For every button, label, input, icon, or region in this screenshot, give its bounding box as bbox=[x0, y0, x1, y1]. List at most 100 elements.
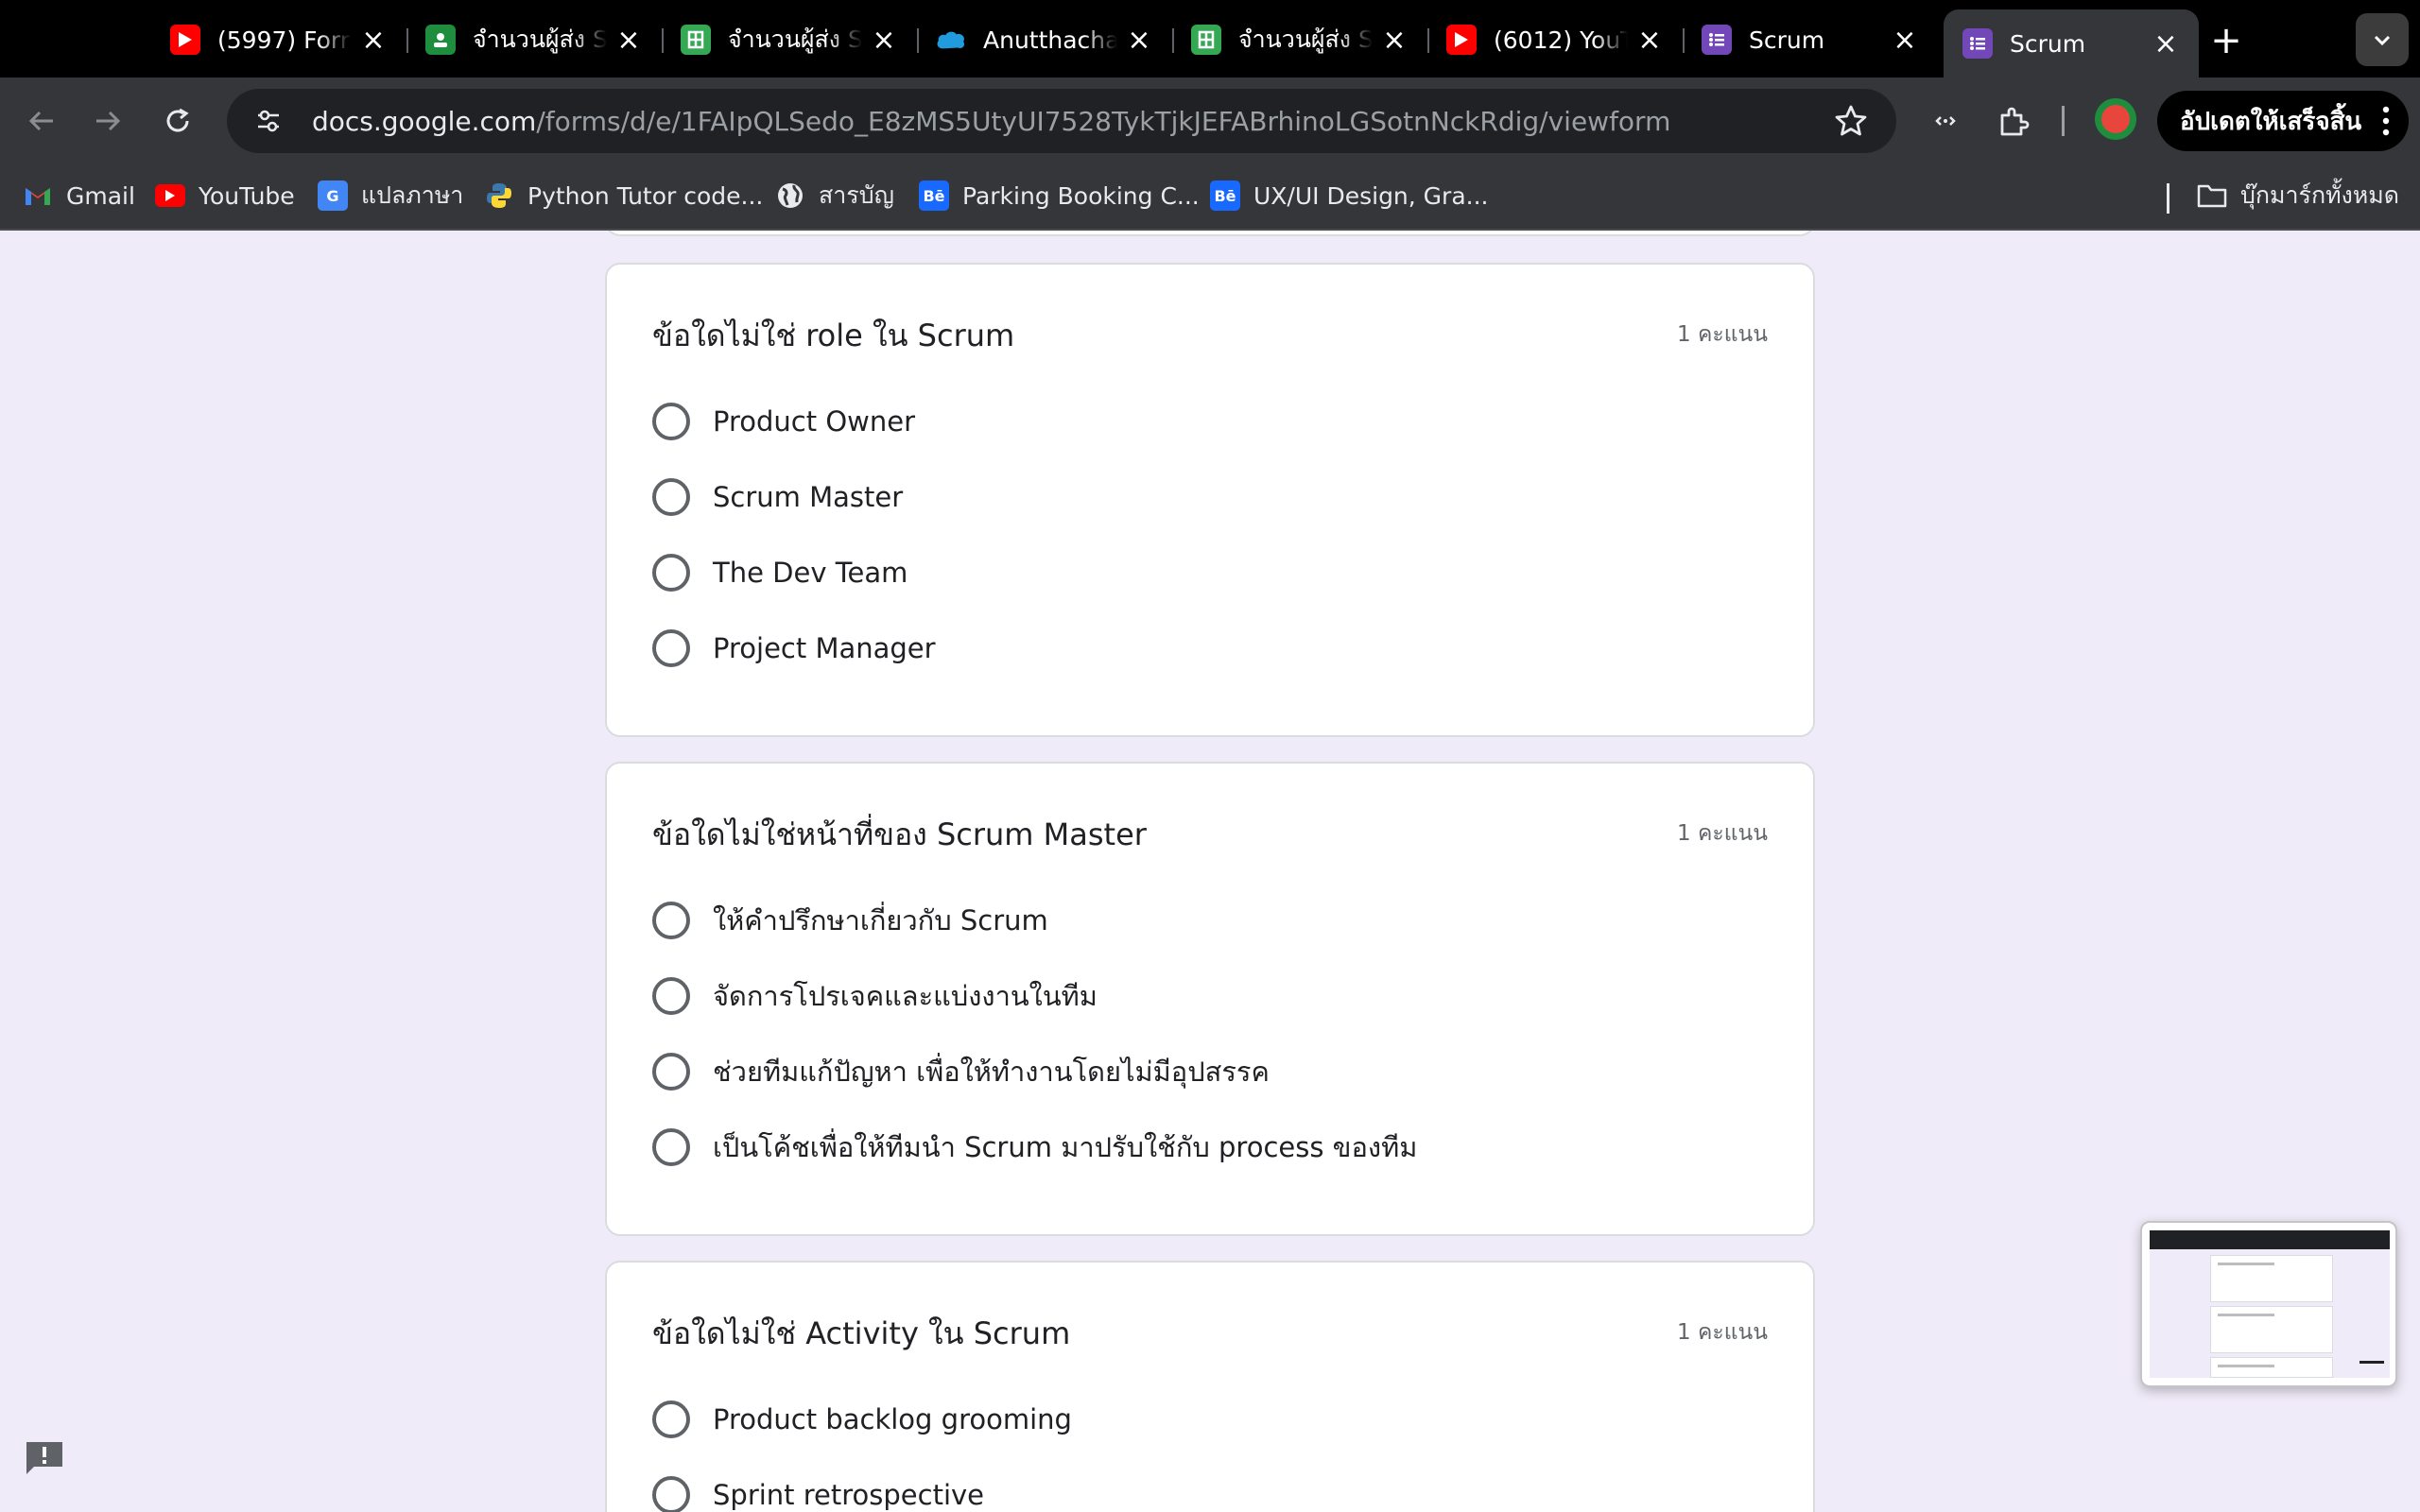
google-classroom-icon bbox=[425, 25, 456, 55]
salesforce-cloud-icon bbox=[936, 25, 966, 55]
radio-option[interactable]: Scrum Master bbox=[652, 469, 903, 525]
bookmark-youtube[interactable]: YouTube bbox=[155, 176, 295, 215]
address-bar[interactable]: docs.google.com/forms/d/e/1FAIpQLSedo_E8… bbox=[227, 89, 1896, 153]
radio-button[interactable] bbox=[652, 554, 690, 592]
question-card-1: ข้อใดไม่ใช่ role ใน Scrum 1 คะแนน Produc… bbox=[605, 263, 1815, 737]
bookmark-translate[interactable]: G แปลภาษา bbox=[318, 176, 463, 215]
python-icon bbox=[484, 180, 514, 211]
radio-button[interactable] bbox=[652, 1476, 690, 1512]
url-host: docs.google.com bbox=[312, 105, 537, 137]
question-card-2: ข้อใดไม่ใช่หน้าที่ของ Scrum Master 1 คะแ… bbox=[605, 762, 1815, 1236]
option-label: เป็นโค้ชเพื่อให้ทีมนำ Scrum มาปรับใช้กับ… bbox=[713, 1131, 1418, 1163]
google-sheets-icon bbox=[1191, 25, 1221, 55]
bookmark-label: Python Tutor code... bbox=[527, 181, 764, 210]
bookmark-toc[interactable]: สารบัญ bbox=[775, 176, 894, 215]
option-label: Product backlog grooming bbox=[713, 1403, 1072, 1435]
bookmark-uxui-design[interactable]: Bē UX/UI Design, Gra... bbox=[1210, 176, 1489, 215]
reload-icon bbox=[166, 108, 189, 132]
behance-icon: Bē bbox=[1210, 180, 1240, 211]
radio-option[interactable]: เป็นโค้ชเพื่อให้ทีมนำ Scrum มาปรับใช้กับ… bbox=[652, 1119, 1417, 1176]
bookmark-star-icon[interactable] bbox=[1832, 102, 1870, 140]
tab-sheets-2[interactable]: จำนวนผู้ส่ง S × bbox=[1172, 11, 1427, 68]
option-label: Scrum Master bbox=[713, 481, 904, 513]
thumbnail-preview bbox=[2150, 1230, 2390, 1378]
update-button[interactable]: อัปเดตให้เสร็จสิ้น bbox=[2157, 91, 2409, 151]
feedback-button[interactable] bbox=[25, 1440, 64, 1476]
option-label: ช่วยทีมแก้ปัญหา เพื่อให้ทำงานโดยไม่มีอุป… bbox=[713, 1056, 1270, 1088]
puzzle-icon bbox=[2000, 107, 2030, 136]
radio-button[interactable] bbox=[652, 1128, 690, 1166]
back-button[interactable] bbox=[21, 100, 62, 142]
option-label: Project Manager bbox=[713, 632, 936, 664]
radio-option[interactable]: The Dev Team bbox=[652, 544, 908, 601]
google-forms-icon bbox=[1962, 28, 1993, 59]
radio-option[interactable]: ให้คำปรึกษาเกี่ยวกับ Scrum bbox=[652, 892, 1048, 949]
new-tab-button[interactable]: + bbox=[2203, 17, 2250, 64]
bookmark-label: UX/UI Design, Gra... bbox=[1253, 181, 1489, 210]
close-icon[interactable]: × bbox=[1125, 24, 1153, 57]
tab-classroom[interactable]: จำนวนผู้ส่ง S × bbox=[406, 11, 662, 68]
option-label: Product Owner bbox=[713, 405, 916, 438]
close-icon[interactable]: × bbox=[2152, 27, 2180, 60]
extension-button[interactable] bbox=[1925, 100, 1966, 142]
bookmark-label: Gmail bbox=[66, 181, 135, 210]
tab-title: (5997) Forr bbox=[217, 26, 350, 54]
extensions-menu-button[interactable] bbox=[1993, 100, 2034, 142]
tab-youtube-1[interactable]: (5997) Forr × bbox=[151, 11, 406, 68]
close-icon[interactable]: × bbox=[614, 24, 643, 57]
tab-title: จำนวนผู้ส่ง S bbox=[1238, 26, 1373, 53]
globe-icon bbox=[775, 180, 805, 211]
browser-toolbar: docs.google.com/forms/d/e/1FAIpQLSedo_E8… bbox=[0, 77, 2420, 163]
radio-option[interactable]: Project Manager bbox=[652, 620, 936, 677]
url-text[interactable]: docs.google.com/forms/d/e/1FAIpQLSedo_E8… bbox=[312, 106, 1670, 137]
eye-extension-icon bbox=[1935, 116, 1956, 126]
close-icon[interactable]: × bbox=[359, 24, 388, 57]
tab-title: จำนวนผู้ส่ง S bbox=[728, 26, 862, 53]
radio-button[interactable] bbox=[652, 1053, 690, 1091]
profile-avatar[interactable] bbox=[2095, 98, 2136, 140]
screenshot-thumbnail[interactable] bbox=[2140, 1221, 2397, 1387]
forward-button[interactable] bbox=[87, 100, 129, 142]
radio-option[interactable]: Product backlog grooming bbox=[652, 1391, 1072, 1448]
tab-salesforce[interactable]: Anutthacha × bbox=[917, 11, 1172, 68]
bookmark-gmail[interactable]: Gmail bbox=[23, 176, 135, 215]
folder-icon bbox=[2197, 180, 2227, 211]
radio-button[interactable] bbox=[652, 1400, 690, 1438]
site-info-icon[interactable] bbox=[248, 100, 289, 142]
close-icon[interactable]: × bbox=[1891, 24, 1919, 57]
radio-button[interactable] bbox=[652, 478, 690, 516]
tab-forms-active[interactable]: Scrum × bbox=[1944, 9, 2199, 77]
previous-question-card bbox=[605, 231, 1815, 236]
radio-option[interactable]: Product Owner bbox=[652, 393, 915, 450]
tab-youtube-2[interactable]: (6012) YouT × bbox=[1427, 11, 1683, 68]
bookmark-parking-booking[interactable]: Bē Parking Booking C... bbox=[919, 176, 1200, 215]
radio-option[interactable]: Sprint retrospective bbox=[652, 1467, 984, 1512]
close-icon[interactable]: × bbox=[1635, 24, 1664, 57]
question-card-3: ข้อใดไม่ใช่ Activity ใน Scrum 1 คะแนน Pr… bbox=[605, 1261, 1815, 1512]
youtube-icon bbox=[155, 184, 185, 207]
tab-forms-1[interactable]: Scrum × bbox=[1683, 11, 1938, 68]
reload-button[interactable] bbox=[157, 100, 199, 142]
tab-search-button[interactable] bbox=[2356, 13, 2409, 66]
url-path: /forms/d/e/1FAIpQLSedo_E8zMS5UtyUI7528Ty… bbox=[536, 105, 1671, 137]
youtube-icon bbox=[170, 25, 200, 55]
close-icon[interactable]: × bbox=[870, 24, 898, 57]
radio-button[interactable] bbox=[652, 629, 690, 667]
youtube-icon bbox=[1446, 25, 1477, 55]
bookmark-label: Parking Booking C... bbox=[962, 181, 1200, 210]
tab-title: จำนวนผู้ส่ง S bbox=[473, 26, 607, 53]
radio-option[interactable]: ช่วยทีมแก้ปัญหา เพื่อให้ทำงานโดยไม่มีอุป… bbox=[652, 1043, 1270, 1100]
bookmark-python-tutor[interactable]: Python Tutor code... bbox=[484, 176, 763, 215]
all-bookmarks-button[interactable]: บุ๊กมาร์กทั้งหมด bbox=[2197, 176, 2399, 215]
radio-button[interactable] bbox=[652, 902, 690, 939]
question-points: 1 คะแนน bbox=[1677, 322, 1768, 347]
radio-button[interactable] bbox=[652, 977, 690, 1015]
feedback-icon bbox=[26, 1442, 62, 1474]
radio-option[interactable]: จัดการโปรเจคและแบ่งงานในทีม bbox=[652, 968, 1098, 1024]
tab-title: (6012) YouT bbox=[1494, 26, 1628, 54]
tab-sheets-1[interactable]: จำนวนผู้ส่ง S × bbox=[662, 11, 917, 68]
bookmarks-separator bbox=[2167, 183, 2169, 214]
radio-button[interactable] bbox=[652, 403, 690, 440]
close-icon[interactable]: × bbox=[1380, 24, 1409, 57]
bookmarks-bar: Gmail YouTube G แปลภาษา Python Tutor cod… bbox=[0, 163, 2420, 231]
